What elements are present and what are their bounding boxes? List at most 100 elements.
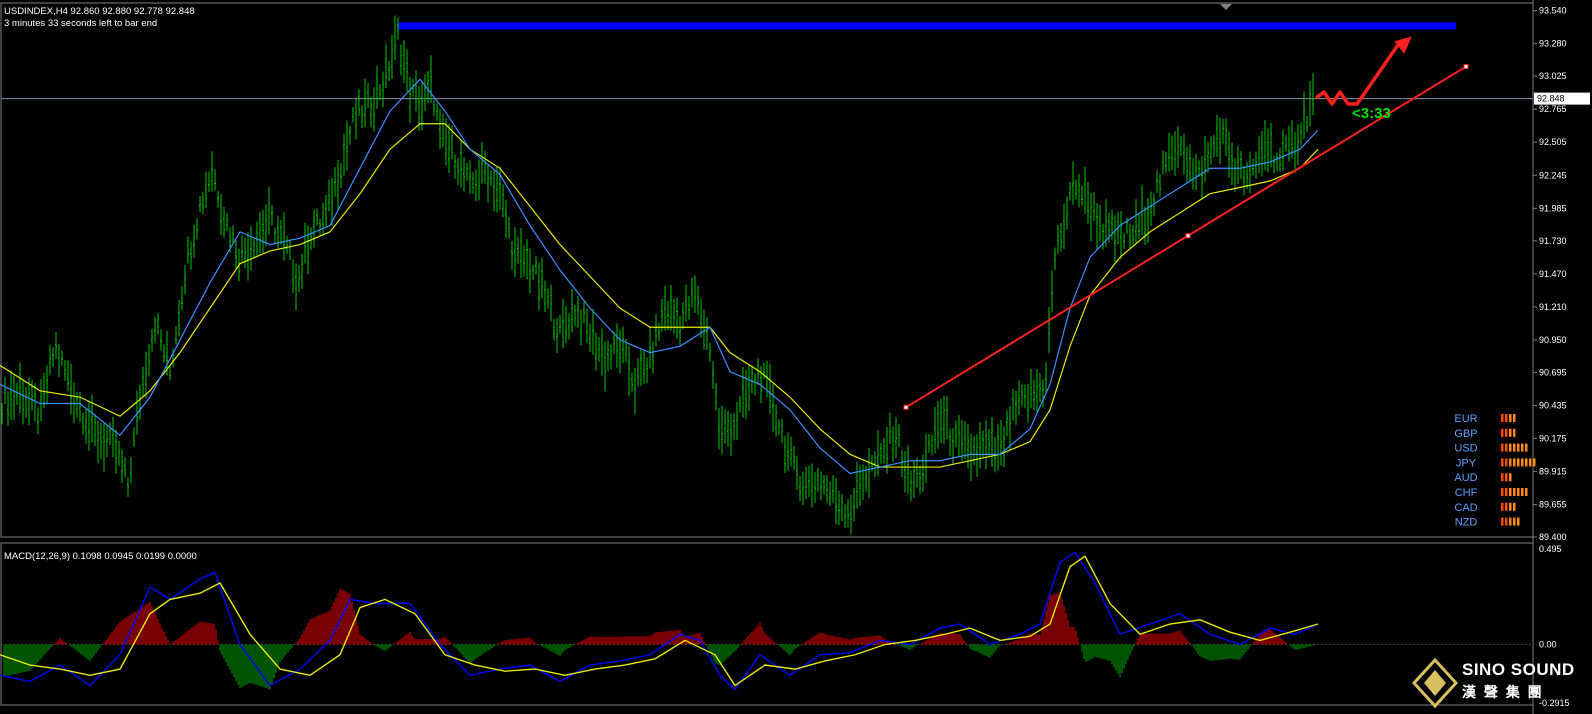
price-bar xyxy=(496,166,498,213)
price-bar xyxy=(178,299,180,337)
price-bar xyxy=(292,259,294,293)
price-tick-label: 93.280 xyxy=(1539,39,1567,49)
price-bar xyxy=(223,207,225,238)
price-bar xyxy=(709,342,711,362)
price-bar xyxy=(208,171,210,193)
price-bar xyxy=(1024,384,1026,409)
price-bar xyxy=(61,350,63,366)
price-bar xyxy=(325,195,327,227)
strength-bar xyxy=(1509,473,1512,482)
macd-tick-label: 0.495 xyxy=(1539,544,1562,554)
strength-label-aud: AUD xyxy=(1454,472,1477,484)
price-bar xyxy=(823,474,825,495)
price-bar xyxy=(988,428,990,456)
price-bar xyxy=(796,455,798,491)
price-bar xyxy=(13,375,15,420)
price-bars xyxy=(1,15,1314,535)
price-tick-label: 90.175 xyxy=(1539,433,1567,443)
price-bar xyxy=(679,315,681,346)
price-tick-label: 91.985 xyxy=(1539,203,1567,213)
price-bar xyxy=(739,395,741,413)
price-bar xyxy=(334,167,336,197)
price-bar xyxy=(1186,146,1188,183)
price-bar xyxy=(1003,426,1005,468)
price-bar xyxy=(67,360,69,391)
price-bar xyxy=(112,417,114,458)
price-bar xyxy=(1144,206,1146,246)
price-bar xyxy=(748,365,750,412)
price-bar xyxy=(880,442,882,464)
price-bar xyxy=(106,425,108,457)
price-bar xyxy=(910,470,912,502)
price-bar xyxy=(724,409,726,444)
price-bar xyxy=(1027,384,1029,423)
price-tick-label: 90.950 xyxy=(1539,335,1567,345)
price-bar xyxy=(514,227,516,278)
price-bar xyxy=(1066,196,1068,230)
price-bar xyxy=(559,314,561,334)
strength-bar xyxy=(1501,428,1504,437)
price-bar xyxy=(592,308,594,356)
price-bar xyxy=(889,412,891,445)
price-bar xyxy=(1042,379,1044,408)
price-bar xyxy=(532,264,534,281)
price-bar xyxy=(691,277,693,308)
price-bar xyxy=(1090,192,1092,242)
trendline-anchor xyxy=(1463,64,1469,70)
trendline-anchor xyxy=(903,404,909,410)
price-bar xyxy=(529,248,531,294)
price-bar xyxy=(1078,173,1080,208)
price-bar xyxy=(19,362,21,414)
price-bar xyxy=(640,348,642,387)
price-bar xyxy=(307,225,309,275)
price-bar xyxy=(358,89,360,116)
strength-bar xyxy=(1525,458,1528,467)
price-bar xyxy=(664,285,666,331)
strength-bar xyxy=(1505,502,1508,511)
price-bar xyxy=(1192,158,1194,191)
price-bar xyxy=(697,285,699,316)
price-bar xyxy=(634,367,636,415)
price-bar xyxy=(1189,144,1191,182)
price-bar xyxy=(973,435,975,465)
price-bar xyxy=(316,208,318,226)
price-bar xyxy=(1213,135,1215,158)
price-bar xyxy=(493,170,495,212)
price-bar xyxy=(925,433,927,484)
strength-bar xyxy=(1505,428,1508,437)
price-bar xyxy=(376,66,378,109)
price-bar xyxy=(862,464,864,500)
price-bar xyxy=(997,424,999,471)
strength-bar xyxy=(1505,414,1508,422)
price-tick-label: 90.695 xyxy=(1539,367,1567,377)
price-bar xyxy=(751,365,753,394)
price-chart[interactable]: 93.540 93.280 93.025 92.765 92.505 92.245 91.9… xyxy=(0,0,1592,714)
price-bar xyxy=(310,227,312,250)
price-bar xyxy=(4,377,6,405)
price-bar xyxy=(16,382,18,405)
price-bar xyxy=(448,123,450,173)
price-bar xyxy=(289,238,291,261)
price-tick-label: 92.245 xyxy=(1539,170,1567,180)
price-bar xyxy=(544,280,546,312)
brand-subtitle: 漢 聲 集 團 xyxy=(1462,684,1544,700)
macd-tick-label: 0.00 xyxy=(1539,640,1557,650)
price-bar xyxy=(961,419,963,461)
price-bar xyxy=(295,263,297,311)
price-bar xyxy=(982,430,984,457)
strength-bar xyxy=(1505,443,1508,452)
price-bar xyxy=(610,344,612,370)
price-bar xyxy=(1102,223,1104,250)
price-bar xyxy=(103,423,105,473)
price-bar xyxy=(841,493,843,522)
price-bar xyxy=(94,414,96,447)
price-bar xyxy=(346,120,348,171)
strength-bar xyxy=(1533,458,1536,467)
price-bar xyxy=(1228,131,1230,178)
price-bar xyxy=(157,313,159,335)
trendline-anchor xyxy=(1185,233,1191,239)
price-bar xyxy=(772,384,774,433)
price-bar xyxy=(1051,270,1053,313)
price-bar xyxy=(1156,169,1158,194)
price-bar xyxy=(31,379,33,411)
